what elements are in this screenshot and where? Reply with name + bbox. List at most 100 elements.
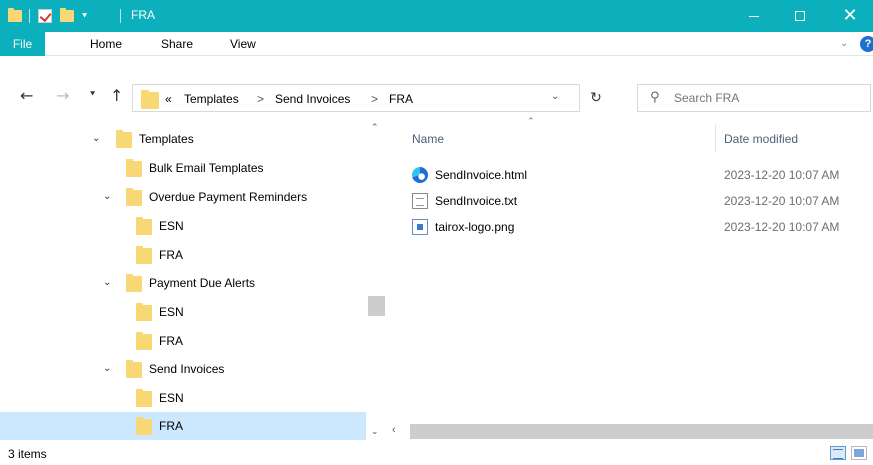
scrollbar-thumb[interactable] <box>410 424 873 439</box>
tab-view[interactable]: View <box>230 32 256 56</box>
tree-item-overdue-payment-reminders[interactable]: ⌄ Overdue Payment Reminders <box>0 183 366 211</box>
tab-file[interactable]: File <box>0 32 45 56</box>
folder-icon <box>126 188 142 206</box>
address-bar[interactable]: « Templates > Send Invoices > FRA ⌄ <box>132 84 580 112</box>
tree-item-label: ESN <box>159 305 184 319</box>
tree-item-payment-due-alerts[interactable]: ⌄ Payment Due Alerts <box>0 269 366 297</box>
file-row[interactable]: SendInvoice.txt 2023-12-20 10:07 AM <box>408 188 873 214</box>
tab-home[interactable]: Home <box>90 32 122 56</box>
tree-item-fra[interactable]: FRA <box>0 327 366 355</box>
text-file-icon <box>412 193 428 209</box>
tree-item-send-invoices[interactable]: ⌄ Send Invoices <box>0 355 366 383</box>
breadcrumb-templates[interactable]: Templates <box>184 92 239 106</box>
scroll-down-chevron-icon[interactable]: ⌄ <box>371 426 379 437</box>
folder-icon <box>136 246 152 264</box>
folder-icon <box>116 130 132 148</box>
horizontal-scrollbar[interactable]: ‹ <box>388 421 873 441</box>
customize-toolbar-chevron-icon[interactable]: ⯆ <box>81 0 88 32</box>
expand-chevron-icon[interactable]: ⌄ <box>92 133 100 144</box>
tree-item-fra-selected[interactable]: FRA <box>0 412 366 440</box>
scroll-left-chevron-icon[interactable]: ‹ <box>392 424 396 436</box>
folder-icon <box>126 159 142 177</box>
tree-item-label: ESN <box>159 391 184 405</box>
maximize-icon <box>795 11 805 21</box>
expand-chevron-icon[interactable]: ⌄ <box>103 191 111 202</box>
up-arrow-icon[interactable]: ↑ <box>110 86 123 105</box>
maximize-button[interactable] <box>777 0 823 32</box>
file-row[interactable]: SendInvoice.html 2023-12-20 10:07 AM <box>408 162 873 188</box>
tree-item-bulk-email-templates[interactable]: Bulk Email Templates <box>0 154 366 182</box>
address-dropdown-chevron-icon[interactable]: ⌄ <box>551 91 559 102</box>
title-bar[interactable]: ⯆ FRA ✕ <box>0 0 873 32</box>
column-header-date-modified[interactable]: Date modified <box>724 132 798 146</box>
file-date-modified: 2023-12-20 10:07 AM <box>724 220 840 234</box>
scrollbar-thumb[interactable] <box>368 296 385 316</box>
forward-arrow-icon[interactable]: → <box>56 86 69 105</box>
search-box[interactable]: ⚲ <box>637 84 871 112</box>
tree-item-label: Payment Due Alerts <box>149 276 256 290</box>
folder-icon <box>136 303 152 321</box>
tab-share[interactable]: Share <box>161 32 193 56</box>
folder-icon <box>136 389 152 407</box>
recent-locations-chevron-icon[interactable]: ⯆ <box>89 90 96 100</box>
refresh-icon[interactable]: ↻ <box>583 84 609 112</box>
folder-icon <box>126 274 142 292</box>
help-icon[interactable]: ? <box>860 36 873 52</box>
column-header-name[interactable]: Name <box>412 132 444 146</box>
folder-icon <box>8 0 22 32</box>
navigation-pane[interactable]: ⌄ Templates Bulk Email Templates ⌄ Overd… <box>0 116 388 441</box>
file-date-modified: 2023-12-20 10:07 AM <box>724 168 840 182</box>
tree-item-label: ESN <box>159 219 184 233</box>
breadcrumb-separator-icon[interactable]: > <box>371 92 378 106</box>
minimize-button[interactable] <box>731 0 777 32</box>
expand-chevron-icon[interactable]: ⌄ <box>103 363 111 374</box>
minimize-icon <box>749 15 759 17</box>
file-row[interactable]: tairox-logo.png 2023-12-20 10:07 AM <box>408 214 873 240</box>
expand-chevron-icon[interactable]: ⌄ <box>103 277 111 288</box>
tree-item-esn[interactable]: ESN <box>0 298 366 326</box>
folder-icon <box>136 217 152 235</box>
file-name: tairox-logo.png <box>435 220 515 234</box>
tree-item-esn[interactable]: ESN <box>0 384 366 412</box>
expand-ribbon-chevron-icon[interactable]: ⌄ <box>840 32 848 56</box>
properties-check-icon[interactable] <box>38 0 52 32</box>
breadcrumb-overflow[interactable]: « <box>165 92 172 106</box>
window-title: FRA <box>131 8 155 22</box>
file-name: SendInvoice.txt <box>435 194 518 208</box>
scroll-up-chevron-icon[interactable]: ⌃ <box>371 122 379 133</box>
folder-icon <box>136 332 152 350</box>
tree-item-label: FRA <box>159 248 183 262</box>
breadcrumb-send-invoices[interactable]: Send Invoices <box>275 92 350 106</box>
edge-html-icon <box>412 167 428 183</box>
toolbar-separator <box>120 9 121 23</box>
folder-icon <box>136 417 152 435</box>
folder-icon <box>126 360 142 378</box>
file-date-modified: 2023-12-20 10:07 AM <box>724 194 840 208</box>
address-toolbar: ← → ⯆ ↑ « Templates > Send Invoices > FR… <box>0 56 873 116</box>
tree-item-esn[interactable]: ESN <box>0 212 366 240</box>
close-icon: ✕ <box>842 5 858 26</box>
new-folder-icon[interactable] <box>60 0 74 32</box>
toolbar-separator <box>29 9 30 23</box>
item-count: 3 items <box>8 447 47 461</box>
tree-item-templates[interactable]: ⌄ Templates <box>0 125 366 153</box>
tree-item-label: Send Invoices <box>149 362 225 376</box>
column-divider[interactable] <box>715 124 716 152</box>
breadcrumb-fra[interactable]: FRA <box>389 92 413 106</box>
tree-item-label: FRA <box>159 419 183 433</box>
file-list-pane[interactable]: ⌃ Name Date modified SendInvoice.html 20… <box>388 116 873 441</box>
breadcrumb-separator-icon[interactable]: > <box>257 92 264 106</box>
back-arrow-icon[interactable]: ← <box>20 86 33 105</box>
details-view-icon[interactable] <box>830 446 846 460</box>
large-icons-view-icon[interactable] <box>851 446 867 460</box>
search-input[interactable] <box>674 85 864 111</box>
search-icon: ⚲ <box>650 90 660 105</box>
status-bar: 3 items <box>0 441 873 465</box>
close-button[interactable]: ✕ <box>827 0 873 32</box>
tree-item-label: Bulk Email Templates <box>149 161 264 175</box>
navigation-scrollbar[interactable]: ⌃ ⌄ <box>366 116 388 441</box>
ribbon-tab-bar: File Home Share View ⌄ ? <box>0 32 873 56</box>
png-file-icon <box>412 219 428 235</box>
tree-item-label: FRA <box>159 334 183 348</box>
tree-item-fra[interactable]: FRA <box>0 241 366 269</box>
